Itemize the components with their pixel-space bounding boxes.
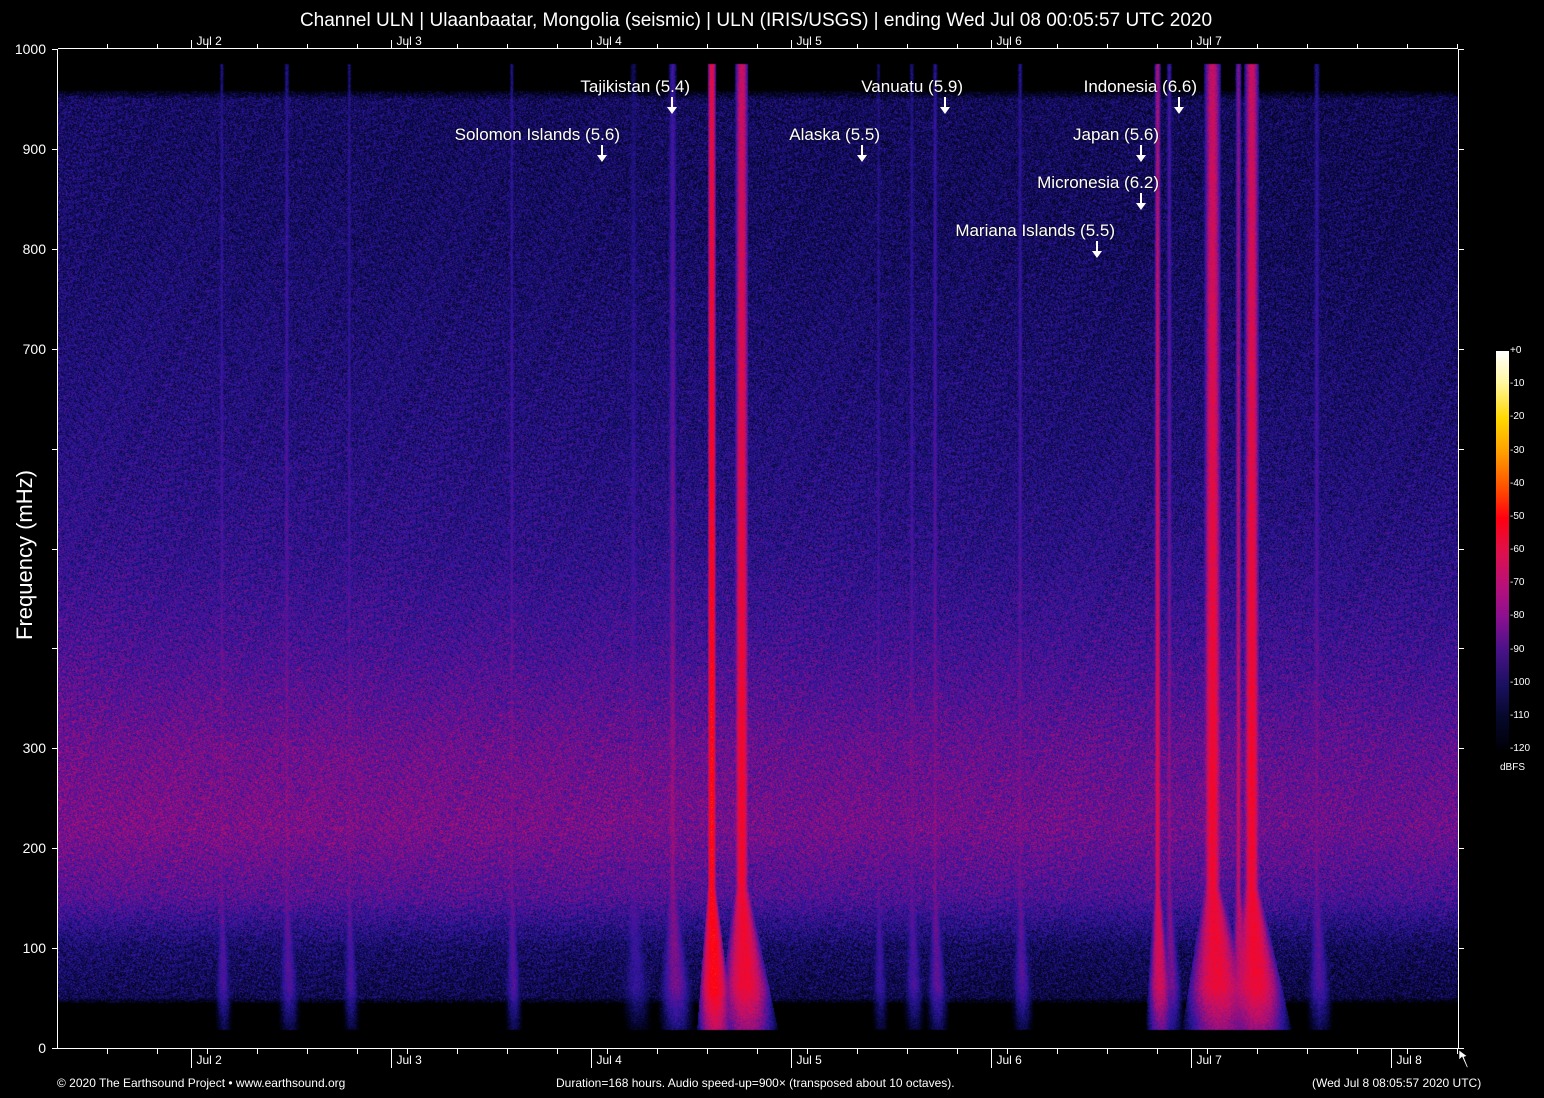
y-tick-label: 700 bbox=[22, 340, 46, 357]
mouse-pointer-icon bbox=[1458, 1049, 1469, 1069]
annotation-label: Vanuatu (5.9) bbox=[861, 77, 963, 96]
y-tick-label: 900 bbox=[22, 140, 46, 157]
annotation-label: Solomon Islands (5.6) bbox=[454, 125, 620, 144]
annotation-label: Japan (5.6) bbox=[1073, 125, 1159, 144]
annotation-label: Indonesia (6.6) bbox=[1083, 77, 1197, 96]
x-tick-label-top: Jul 7 bbox=[1196, 34, 1222, 48]
annotation-label: Alaska (5.5) bbox=[789, 125, 880, 144]
annotation-label: Mariana Islands (5.5) bbox=[955, 221, 1115, 240]
y-tick-label: 300 bbox=[22, 739, 46, 756]
footer-info: Duration=168 hours. Audio speed-up=900× … bbox=[556, 1076, 955, 1090]
x-tick-label-bottom: Jul 3 bbox=[396, 1053, 422, 1067]
y-tick-label: 0 bbox=[38, 1039, 46, 1056]
colorbar-tick-label: -10 bbox=[1510, 378, 1525, 390]
x-tick-label-top: Jul 4 bbox=[596, 34, 622, 48]
colorbar-tick-label: -80 bbox=[1510, 610, 1525, 622]
x-tick-label-bottom: Jul 7 bbox=[1196, 1053, 1222, 1067]
colorbar-tick-label: -40 bbox=[1510, 477, 1525, 489]
x-tick-label-bottom: Jul 5 bbox=[796, 1053, 822, 1067]
annotation-label: Micronesia (6.2) bbox=[1037, 173, 1159, 192]
y-tick-label: 200 bbox=[22, 839, 46, 856]
x-tick-label-bottom: Jul 2 bbox=[196, 1053, 222, 1067]
y-tick-label: 1000 bbox=[14, 40, 46, 57]
colorbar-tick-label: -120 bbox=[1510, 743, 1531, 754]
colorbar-tick-label: -60 bbox=[1510, 544, 1525, 555]
annotation-arrow-icon bbox=[857, 145, 867, 162]
annotation-arrow-icon bbox=[940, 97, 950, 114]
y-tick-label: 100 bbox=[22, 939, 46, 956]
colorbar-tick-label: -50 bbox=[1510, 510, 1525, 522]
annotation-arrow-icon bbox=[1136, 145, 1146, 162]
colorbar-tick-label: -100 bbox=[1510, 676, 1531, 688]
y-tick-label: 800 bbox=[22, 240, 46, 257]
colorbar-tick-label: -90 bbox=[1510, 643, 1525, 655]
x-tick-label-bottom: Jul 8 bbox=[1396, 1053, 1422, 1067]
colorbar bbox=[1496, 351, 1509, 749]
annotation-arrow-icon bbox=[597, 145, 607, 162]
annotation-label: Tajikistan (5.4) bbox=[580, 77, 690, 96]
x-tick-label-top: Jul 6 bbox=[996, 34, 1022, 48]
x-tick-label-top: Jul 2 bbox=[196, 34, 222, 48]
colorbar-unit: dBFS bbox=[1500, 762, 1526, 773]
colorbar-tick-label: -70 bbox=[1510, 577, 1525, 589]
axes-frame bbox=[52, 40, 1464, 1068]
y-axis-label: Frequency (mHz) bbox=[12, 470, 37, 640]
annotation-arrow-icon bbox=[1136, 193, 1146, 210]
annotation-arrow-icon bbox=[667, 97, 677, 114]
colorbar-tick-label: -110 bbox=[1510, 709, 1530, 721]
annotation-arrow-icon bbox=[1092, 241, 1102, 258]
annotation-arrow-icon bbox=[1174, 97, 1184, 114]
x-tick-label-top: Jul 3 bbox=[396, 34, 422, 48]
x-tick-label-top: Jul 5 bbox=[796, 34, 822, 48]
footer-timestamp: (Wed Jul 8 08:05:57 2020 UTC) bbox=[1312, 1076, 1482, 1090]
colorbar-tick-label: +0 bbox=[1510, 345, 1522, 356]
footer-copyright: © 2020 The Earthsound Project • www.eart… bbox=[57, 1076, 346, 1090]
colorbar-tick-label: -30 bbox=[1510, 444, 1525, 456]
colorbar-tick-label: -20 bbox=[1510, 411, 1525, 423]
x-tick-label-bottom: Jul 6 bbox=[996, 1053, 1022, 1067]
x-tick-label-bottom: Jul 4 bbox=[596, 1053, 622, 1067]
